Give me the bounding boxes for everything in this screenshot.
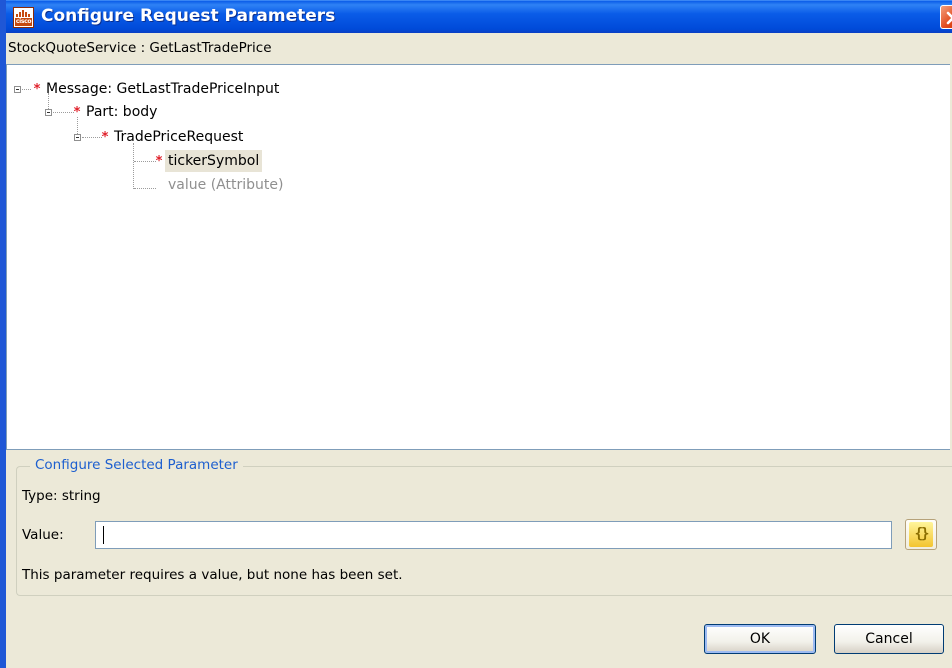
tree-node-label: tickerSymbol [165, 150, 263, 172]
validation-message: This parameter requires a value, but non… [22, 567, 403, 583]
ok-button[interactable]: OK [704, 624, 816, 654]
title-bar[interactable]: cisco Configure Request Parameters [6, 0, 952, 33]
tree-node-trade-price-request[interactable]: * TradePriceRequest [99, 126, 246, 148]
cisco-logo-text: cisco [15, 18, 32, 26]
required-marker-icon: * [155, 154, 163, 169]
tree-node-message[interactable]: * Message: GetLastTradePriceInput [31, 78, 282, 100]
value-label: Value: [22, 527, 64, 543]
configure-request-parameters-dialog: cisco Configure Request Parameters Stock… [0, 0, 952, 668]
required-marker-icon: * [101, 130, 109, 145]
type-label: Type: string [22, 488, 101, 504]
collapse-toggle-icon[interactable] [45, 109, 52, 116]
window-title: Configure Request Parameters [41, 6, 336, 26]
tree-node-value-attribute[interactable]: value (Attribute) [165, 174, 286, 196]
collapse-toggle-icon[interactable] [74, 134, 81, 141]
tree-node-part-body[interactable]: * Part: body [71, 101, 160, 123]
parameter-tree[interactable]: * Message: GetLastTradePriceInput * Part: … [6, 64, 950, 450]
required-marker-icon: * [33, 82, 41, 97]
tree-node-label: TradePriceRequest [114, 129, 244, 145]
collapse-toggle-icon[interactable] [14, 86, 21, 93]
group-title: Configure Selected Parameter [30, 457, 243, 473]
tree-node-label: Part: body [86, 104, 158, 120]
cancel-button[interactable]: Cancel [834, 624, 944, 654]
text-caret [103, 526, 104, 544]
value-input[interactable] [95, 521, 892, 549]
cisco-logo-icon: cisco [13, 7, 34, 28]
tree-node-label: Message: GetLastTradePriceInput [46, 81, 280, 97]
tree-node-ticker-symbol[interactable]: * tickerSymbol [153, 150, 263, 172]
expression-editor-icon: {} [909, 522, 933, 547]
service-operation-label: StockQuoteService : GetLastTradePrice [8, 40, 272, 56]
close-button[interactable] [940, 5, 952, 29]
expression-editor-button[interactable]: {} [905, 519, 937, 550]
tree-node-label: value (Attribute) [168, 177, 284, 193]
close-icon [946, 11, 952, 25]
